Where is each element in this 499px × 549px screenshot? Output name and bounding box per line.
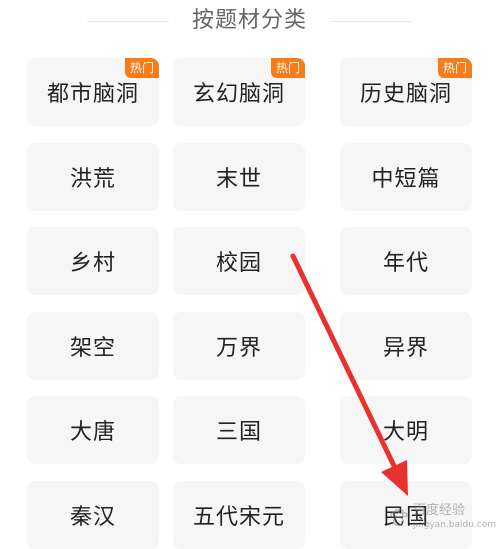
genre-tile-multiverse[interactable]: 万界 <box>173 312 305 380</box>
genre-tile-five-dynasties-song-yuan[interactable]: 五代宋元 <box>173 481 305 549</box>
genre-label: 大明 <box>382 420 429 445</box>
genre-tile-history-fantasy[interactable]: 历史脑洞 热门 <box>340 58 472 126</box>
genre-label: 秦汉 <box>69 505 116 530</box>
genre-label: 民国 <box>382 505 429 530</box>
genre-label: 洪荒 <box>69 167 116 192</box>
genre-label: 玄幻脑洞 <box>192 82 285 107</box>
genre-label: 架空 <box>69 336 116 361</box>
genre-label: 中短篇 <box>371 167 441 192</box>
hot-badge: 热门 <box>270 58 305 78</box>
genre-label: 末世 <box>215 167 262 192</box>
genre-label: 校园 <box>215 251 262 276</box>
genre-label: 五代宋元 <box>192 505 285 530</box>
genre-label: 大唐 <box>69 420 116 445</box>
genre-label: 年代 <box>382 251 429 276</box>
genre-label: 万界 <box>215 336 262 361</box>
genre-tile-other-world[interactable]: 异界 <box>340 312 472 380</box>
genre-tile-qin-han[interactable]: 秦汉 <box>27 481 159 549</box>
genre-label: 异界 <box>382 336 429 361</box>
genre-label: 都市脑洞 <box>46 82 139 107</box>
genre-tile-rural[interactable]: 乡村 <box>27 227 159 295</box>
genre-tile-urban-fantasy[interactable]: 都市脑洞 热门 <box>27 58 159 126</box>
genre-grid: 都市脑洞 热门 玄幻脑洞 热门 历史脑洞 热门 洪荒 末世 中短篇 乡村 校园 … <box>0 0 499 549</box>
hot-badge: 热门 <box>437 58 472 78</box>
genre-tile-republic-era[interactable]: 民国 <box>340 481 472 549</box>
hot-badge: 热门 <box>124 58 159 78</box>
genre-tile-short-story[interactable]: 中短篇 <box>340 143 472 211</box>
genre-label: 三国 <box>215 420 262 445</box>
genre-tile-alternate-history[interactable]: 架空 <box>27 312 159 380</box>
genre-tile-three-kingdoms[interactable]: 三国 <box>173 396 305 464</box>
genre-tile-apocalypse[interactable]: 末世 <box>173 143 305 211</box>
genre-label: 乡村 <box>69 251 116 276</box>
genre-tile-tang-dynasty[interactable]: 大唐 <box>27 396 159 464</box>
genre-tile-era[interactable]: 年代 <box>340 227 472 295</box>
genre-tile-honghuang[interactable]: 洪荒 <box>27 143 159 211</box>
genre-tile-campus[interactable]: 校园 <box>173 227 305 295</box>
genre-tile-xuanhuan-fantasy[interactable]: 玄幻脑洞 热门 <box>173 58 305 126</box>
genre-tile-ming-dynasty[interactable]: 大明 <box>340 396 472 464</box>
genre-label: 历史脑洞 <box>359 82 452 107</box>
